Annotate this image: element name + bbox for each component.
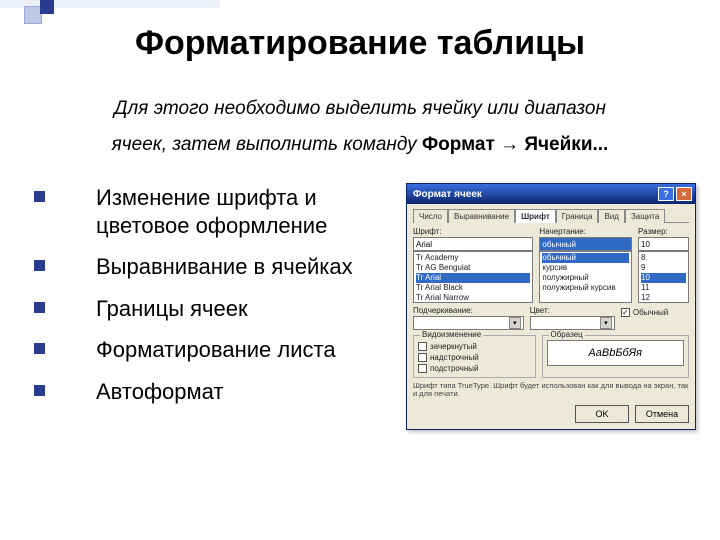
cancel-button[interactable]: Отмена [635,405,689,423]
font-value: Arial [416,240,432,249]
preview-box: АаBbБбЯя [547,340,685,366]
color-combo[interactable]: ▾ [530,316,615,330]
normal-font-label: Обычный [633,308,668,317]
subscript-label: подстрочный [430,364,478,373]
intro-paragraph: Для этого необходимо выделить ячейку или… [0,63,720,173]
list-item[interactable]: Tr Academy [416,253,530,263]
list-item[interactable]: 8 [641,253,686,263]
list-item[interactable]: обычный [542,253,629,263]
list-item[interactable]: полужирный [542,273,629,283]
list-item[interactable]: 12 [641,293,686,303]
size-label: Размер: [638,227,689,236]
dialog-tabs: Число Выравнивание Шрифт Граница Вид Защ… [413,208,689,223]
underline-label: Подчеркивание: [413,306,524,315]
bullet-item: Изменение шрифта и цветовое оформление [28,177,406,246]
font-input[interactable]: Arial [413,237,533,251]
list-item[interactable]: Tr Arial [416,273,530,283]
size-value: 10 [641,240,650,249]
tab-border[interactable]: Граница [556,209,599,223]
style-listbox[interactable]: обычный курсив полужирный полужирный кур… [539,251,632,303]
bullet-item: Автоформат [28,371,406,413]
chevron-down-icon: ▾ [600,317,612,329]
style-value: обычный [542,240,576,249]
dialog-hint: Шрифт типа TrueType. Шрифт будет использ… [413,382,689,399]
checkbox-icon [418,353,427,362]
effects-group-label: Видоизменение [420,330,483,339]
list-item[interactable]: курсив [542,263,629,273]
intro-line1: Для этого необходимо выделить ячейку или… [114,98,606,119]
tab-number[interactable]: Число [413,209,448,223]
style-input[interactable]: обычный [539,237,632,251]
intro-line2a: ячеек, затем выполнить команду [112,134,422,155]
list-item[interactable]: полужирный курсив [542,283,629,293]
list-item[interactable]: 11 [641,283,686,293]
color-label: Цвет: [530,306,615,315]
superscript-checkbox[interactable]: надстрочный [418,353,531,362]
dialog-caption: Формат ячеек [413,189,482,200]
dialog-titlebar[interactable]: Формат ячеек ? × [407,184,695,204]
tab-alignment[interactable]: Выравнивание [448,209,515,223]
arrow-icon: → [500,134,524,155]
bullet-list: Изменение шрифта и цветовое оформление В… [28,173,406,412]
bullet-item: Выравнивание в ячейках [28,246,406,288]
ok-button[interactable]: OK [575,405,629,423]
size-listbox[interactable]: 8 9 10 11 12 [638,251,689,303]
list-item[interactable]: Tr AG Benguiat [416,263,530,273]
normal-font-checkbox[interactable]: ✓ Обычный [621,308,689,317]
tab-fill[interactable]: Вид [598,209,624,223]
chevron-down-icon: ▾ [509,317,521,329]
effects-group: Видоизменение зачеркнутый надстрочный по… [413,335,536,378]
style-label: Начертание: [539,227,632,236]
list-item[interactable]: 10 [641,273,686,283]
slide-title: Форматирование таблицы [0,0,720,63]
size-input[interactable]: 10 [638,237,689,251]
preview-group: Образец АаBbБбЯя [542,335,690,378]
list-item[interactable]: 9 [641,263,686,273]
checkbox-icon: ✓ [621,308,630,317]
format-cells-dialog: Формат ячеек ? × Число Выравнивание Шриф… [406,183,696,430]
font-label: Шрифт: [413,227,533,236]
tab-font[interactable]: Шрифт [515,209,556,223]
checkbox-icon [418,364,427,373]
help-button[interactable]: ? [658,187,674,201]
intro-keyword-format: Формат [422,134,495,155]
strike-checkbox[interactable]: зачеркнутый [418,342,531,351]
intro-keyword-cells: Ячейки... [524,134,608,155]
list-item[interactable]: Tr Arial Narrow [416,293,530,303]
strike-label: зачеркнутый [430,342,477,351]
font-listbox[interactable]: Tr Academy Tr AG Benguiat Tr Arial Tr Ar… [413,251,533,303]
preview-group-label: Образец [549,330,585,339]
checkbox-icon [418,342,427,351]
close-button[interactable]: × [676,187,692,201]
bullet-item: Границы ячеек [28,288,406,330]
underline-combo[interactable]: ▾ [413,316,524,330]
list-item[interactable]: Tr Arial Black [416,283,530,293]
superscript-label: надстрочный [430,353,479,362]
tab-protection[interactable]: Защита [625,209,665,223]
bullet-item: Форматирование листа [28,329,406,371]
subscript-checkbox[interactable]: подстрочный [418,364,531,373]
